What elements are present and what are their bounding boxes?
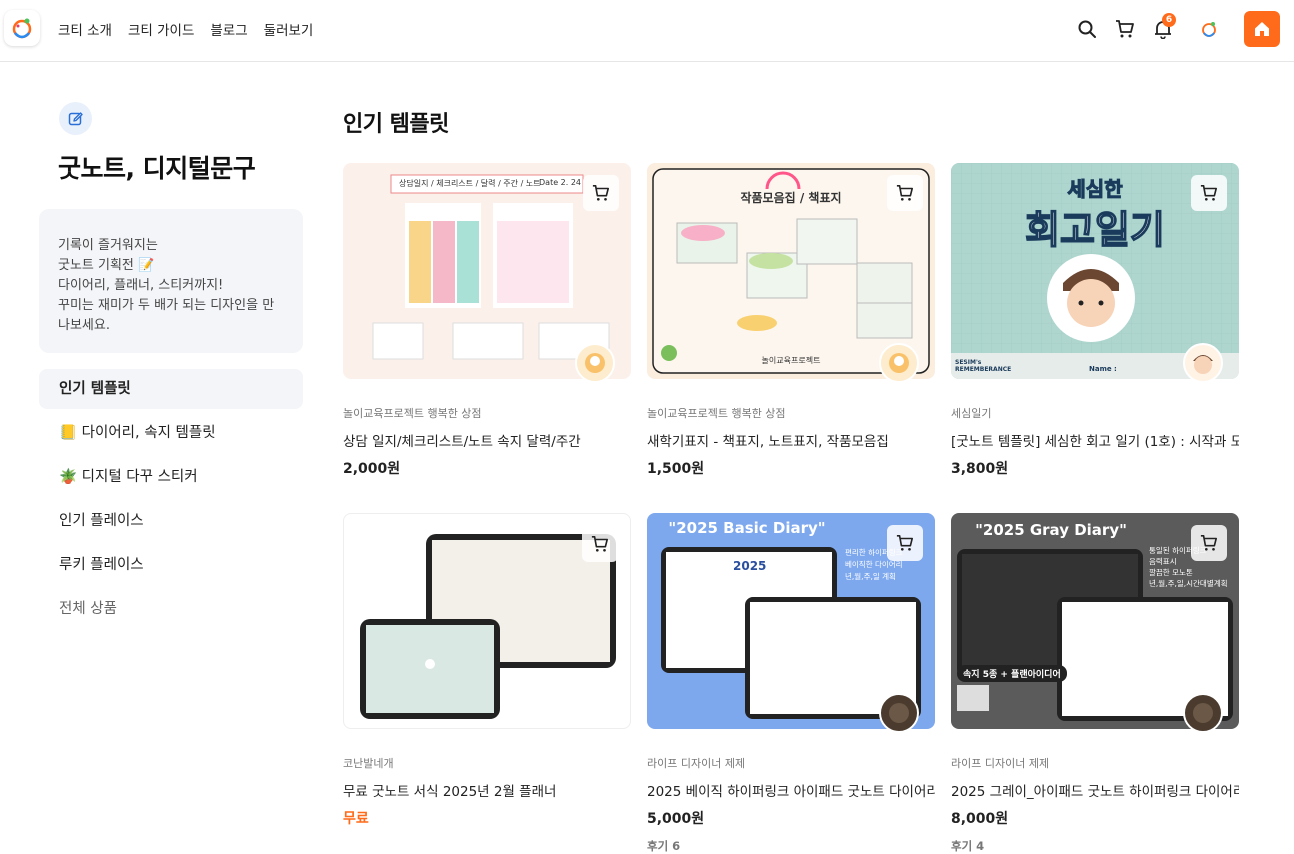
profile-button[interactable] <box>1190 10 1228 48</box>
sidebar-item-all-products[interactable]: 전체 상품 <box>39 589 303 629</box>
product-price: 1,500원 <box>647 461 705 477</box>
cart-icon <box>1200 184 1218 201</box>
seller-name[interactable]: 라이프 디자이너 제제 <box>647 755 935 771</box>
add-to-cart-button[interactable] <box>583 175 619 211</box>
product-price: 무료 <box>343 811 369 827</box>
header-actions: 6 <box>1068 10 1280 48</box>
seller-avatar[interactable] <box>879 693 919 733</box>
seller-name[interactable]: 놀이교육프로젝트 행복한 상점 <box>647 405 935 421</box>
product-thumbnail[interactable] <box>343 513 631 729</box>
add-to-cart-button[interactable] <box>1191 175 1227 211</box>
home-icon <box>1255 22 1269 36</box>
add-to-cart-button[interactable] <box>1191 525 1227 561</box>
review-count[interactable]: 후기 6 <box>647 838 935 854</box>
search-icon <box>1078 20 1096 38</box>
notification-button[interactable]: 6 <box>1144 10 1182 48</box>
seller-logo-icon <box>1193 703 1213 723</box>
thumbnail-caption: 상담일지 / 체크리스트 / 달력 / 주간 / 노트 <box>399 179 541 188</box>
nav-explore[interactable]: 둘러보기 <box>264 19 314 39</box>
seller-name[interactable]: 놀이교육프로젝트 행복한 상점 <box>343 405 631 421</box>
review-count[interactable]: 후기 4 <box>951 838 1239 854</box>
product-name[interactable]: 상담 일지/체크리스트/노트 속지 달력/주간 <box>343 430 631 450</box>
product-card[interactable]: "2025 Gray Diary" 통일된 하이퍼링크 음력표시 깔끔한 모노톤… <box>951 513 1239 854</box>
home-button[interactable] <box>1244 11 1280 47</box>
description-line: 기록이 즐거워지는 <box>58 238 158 253</box>
product-card[interactable]: 작품모음집 / 책표지 놀이교육프로젝트 놀이교육프로젝트 행복한 상점 새학기… <box>647 163 935 478</box>
edit-badge <box>59 102 92 135</box>
product-name[interactable]: [굿노트 템플릿] 세심한 회고 일기 (1호) : 시작과 도전 <box>951 430 1239 450</box>
sidebar-item-popular-templates[interactable]: 인기 템플릿 <box>39 369 303 409</box>
thumbnail-year: 2025 <box>733 559 767 573</box>
top-header: 크티 소개 크티 가이드 블로그 둘러보기 6 <box>0 0 1294 62</box>
seller-logo-icon <box>889 353 909 373</box>
sidebar: 굿노트, 디지털문구 기록이 즐거워지는 굿노트 기획전 📝 다이어리, 플래너… <box>39 102 303 633</box>
seller-name[interactable]: 세심일기 <box>951 405 1239 421</box>
logo[interactable] <box>4 10 40 46</box>
nav-blog[interactable]: 블로그 <box>210 19 247 39</box>
seller-character-icon <box>1193 355 1213 374</box>
product-card[interactable]: "2025 Basic Diary" 2025 편리한 하이퍼링크 베이직한 다… <box>647 513 935 854</box>
product-card[interactable]: 세심한 회고일기 SESIM's REMEMBERANCE Name : 세심일… <box>951 163 1239 478</box>
notification-badge: 6 <box>1162 13 1176 27</box>
page-title: 굿노트, 디지털문구 <box>58 154 256 183</box>
main-nav: 크티 소개 크티 가이드 블로그 둘러보기 <box>58 19 313 39</box>
add-to-cart-button[interactable] <box>887 175 923 211</box>
description-line: 다이어리, 플래너, 스티커까지! <box>58 278 224 293</box>
cart-icon <box>1116 20 1134 38</box>
seller-avatar[interactable] <box>575 343 615 383</box>
pencil-icon <box>68 111 83 125</box>
add-to-cart-button[interactable] <box>887 525 923 561</box>
cart-icon <box>592 184 610 201</box>
seller-logo-icon <box>889 703 909 723</box>
seller-name[interactable]: 라이프 디자이너 제제 <box>951 755 1239 771</box>
feature-item: 년,월,주,일,시간대별계획 <box>1149 579 1228 588</box>
product-name[interactable]: 무료 굿노트 서식 2025년 2월 플래너 <box>343 780 631 800</box>
cart-button[interactable] <box>1106 10 1144 48</box>
thumbnail-name-field: Name : <box>1089 365 1117 373</box>
add-to-cart-button[interactable] <box>582 526 618 562</box>
description-box: 기록이 즐거워지는 굿노트 기획전 📝 다이어리, 플래너, 스티커까지! 꾸미… <box>39 209 303 353</box>
product-name[interactable]: 새학기표지 - 책표지, 노트표지, 작품모음집 <box>647 430 935 450</box>
sidebar-item-rookie-places[interactable]: 루키 플레이스 <box>39 545 303 585</box>
seller-avatar[interactable] <box>1183 693 1223 733</box>
seller-logo-icon <box>585 353 605 373</box>
description-line: 꾸미는 재미가 두 배가 되는 디자인을 만 <box>58 298 275 313</box>
product-price: 5,000원 <box>647 811 705 827</box>
cart-icon <box>896 184 914 201</box>
nav-guide[interactable]: 크티 가이드 <box>128 19 194 39</box>
seller-avatar[interactable] <box>879 343 919 383</box>
product-card[interactable]: 상담일지 / 체크리스트 / 달력 / 주간 / 노트 Date 2. 24 놀… <box>343 163 631 478</box>
description-line: 굿노트 기획전 📝 <box>58 258 155 273</box>
cart-icon <box>896 534 914 551</box>
cart-icon <box>1200 534 1218 551</box>
sidebar-item-digital-stickers[interactable]: 🪴 디지털 다꾸 스티커 <box>39 457 303 497</box>
product-price: 3,800원 <box>951 461 1009 477</box>
seller-name[interactable]: 코난발네개 <box>343 755 631 771</box>
product-price: 8,000원 <box>951 811 1009 827</box>
thumbnail-tag: 속지 5종 + 플랜아이디어 <box>957 665 1067 682</box>
section-title: 인기 템플릿 <box>343 112 449 137</box>
product-name[interactable]: 2025 그레이_아이패드 굿노트 하이퍼링크 다이어리 <box>951 780 1239 800</box>
cart-icon <box>591 535 609 552</box>
product-price: 2,000원 <box>343 461 401 477</box>
feature-item: 깔끔한 모노톤 <box>1149 568 1193 577</box>
description-line: 나보세요. <box>58 318 110 333</box>
thumbnail-caption: "2025 Basic Diary" <box>668 519 826 537</box>
thumbnail-caption: "2025 Gray Diary" <box>975 521 1127 539</box>
product-card[interactable]: 코난발네개 무료 굿노트 서식 2025년 2월 플래너 무료 <box>343 513 631 828</box>
sidebar-menu: 인기 템플릿 📒 다이어리, 속지 템플릿 🪴 디지털 다꾸 스티커 인기 플레… <box>39 369 303 629</box>
logo-icon <box>12 18 32 39</box>
nav-about[interactable]: 크티 소개 <box>58 19 112 39</box>
search-button[interactable] <box>1068 10 1106 48</box>
seller-avatar[interactable] <box>1183 343 1223 383</box>
avatar <box>1202 22 1216 37</box>
thumbnail-subcaption: SESIM's REMEMBERANCE <box>955 359 1012 373</box>
product-name[interactable]: 2025 베이직 하이퍼링크 아이패드 굿노트 다이어리 <box>647 780 935 800</box>
thumbnail-date: Date 2. 24 <box>539 178 582 187</box>
sidebar-item-popular-places[interactable]: 인기 플레이스 <box>39 501 303 541</box>
sidebar-item-diary-templates[interactable]: 📒 다이어리, 속지 템플릿 <box>39 413 303 453</box>
feature-item: 년,월,주,일 계획 <box>845 572 896 581</box>
